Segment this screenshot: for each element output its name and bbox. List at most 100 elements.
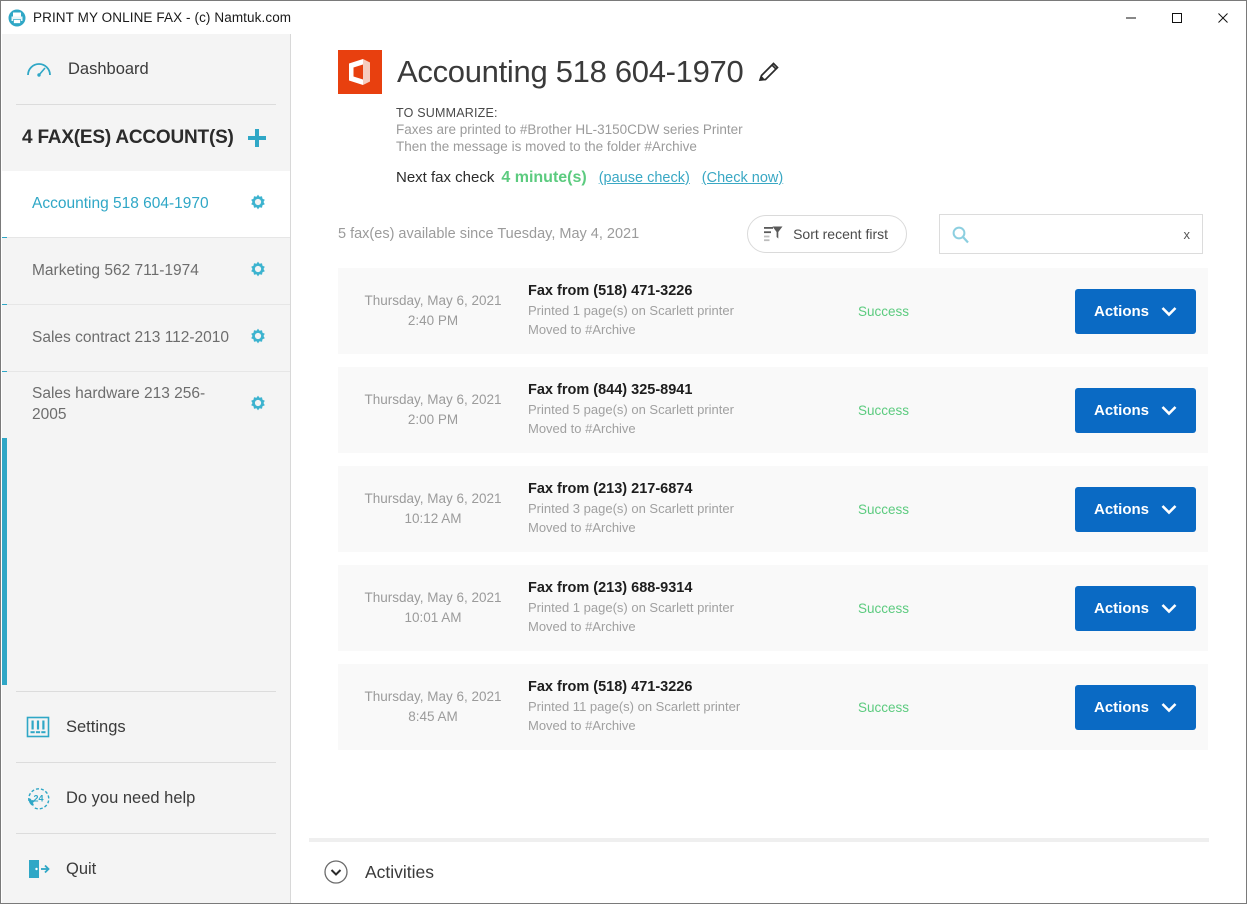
sidebar-item-label: Do you need help — [66, 788, 196, 807]
support-24-icon: 24 — [24, 784, 52, 812]
fax-time: 8:45 AM — [408, 709, 458, 724]
table-row[interactable]: Thursday, May 6, 2021 10:12 AM Fax from … — [338, 466, 1208, 552]
fax-details: Fax from (844) 325-8941 Printed 5 page(s… — [528, 382, 858, 439]
sort-recent-first-button[interactable]: Sort recent first — [747, 215, 907, 253]
plus-icon[interactable] — [244, 125, 270, 151]
actions-button-label: Actions — [1093, 302, 1149, 320]
fax-subline-1: Printed 1 page(s) on Scarlett printer — [528, 302, 734, 318]
actions-button-label: Actions — [1093, 698, 1149, 716]
fax-title: Fax from (518) 471-3226 — [528, 282, 693, 299]
status-badge: Success — [858, 402, 910, 418]
fax-subline-1: Printed 11 page(s) on Scarlett printer — [528, 698, 741, 714]
fax-actions-cell: Actions — [1018, 288, 1208, 334]
activities-section[interactable]: Activities — [323, 848, 434, 896]
fax-date: Thursday, May 6, 2021 — [364, 589, 502, 605]
chevron-down-icon — [1161, 603, 1177, 614]
table-row[interactable]: Thursday, May 6, 2021 8:45 AM Fax from (… — [338, 664, 1208, 750]
chevron-down-icon — [1161, 504, 1177, 515]
status-badge: Success — [858, 699, 910, 715]
search-icon — [951, 225, 970, 244]
table-row[interactable]: Thursday, May 6, 2021 10:01 AM Fax from … — [338, 565, 1208, 651]
fax-datetime: Thursday, May 6, 2021 8:45 AM — [338, 687, 528, 728]
chevron-down-icon — [1161, 702, 1177, 713]
close-button[interactable] — [1200, 1, 1246, 34]
sidebar-account-sales-hardware[interactable]: Sales hardware 213 256-2005 — [2, 372, 290, 438]
gear-icon[interactable] — [246, 393, 270, 417]
table-row[interactable]: Thursday, May 6, 2021 2:00 PM Fax from (… — [338, 367, 1208, 453]
status-badge: Success — [858, 303, 910, 319]
actions-button-label: Actions — [1093, 401, 1149, 419]
gear-icon[interactable] — [246, 326, 270, 350]
sort-button-label: Sort recent first — [793, 226, 888, 242]
fax-title: Fax from (844) 325-8941 — [528, 381, 693, 398]
status-badge: Success — [858, 600, 910, 616]
fax-subline-1: Printed 3 page(s) on Scarlett printer — [528, 500, 734, 516]
status-badge: Success — [858, 501, 910, 517]
sidebar-item-settings[interactable]: Settings — [2, 692, 290, 762]
sidebar-item-help[interactable]: 24 Do you need help — [2, 763, 290, 833]
sidebar-item-quit[interactable]: Quit — [2, 834, 290, 903]
next-check-row: Next fax check 4 minute(s) (pause check)… — [396, 169, 1246, 187]
search-input[interactable] — [978, 226, 1178, 242]
fax-date: Thursday, May 6, 2021 — [364, 391, 502, 407]
actions-button[interactable]: Actions — [1075, 387, 1196, 433]
pause-check-link[interactable]: (pause check) — [599, 170, 690, 186]
next-check-label: Next fax check — [396, 169, 495, 186]
sliders-icon — [24, 713, 52, 741]
search-box[interactable]: x — [939, 214, 1203, 254]
fax-subline-1: Printed 1 page(s) on Scarlett printer — [528, 599, 734, 615]
maximize-button[interactable] — [1154, 1, 1200, 34]
sidebar-bottom-section: Settings 24 Do you need help Quit — [2, 691, 290, 903]
sidebar-account-accounting[interactable]: Accounting 518 604-1970 — [2, 171, 290, 237]
fax-subline-2: Moved to #Archive — [528, 618, 636, 634]
account-name: Sales contract 213 112-2010 — [32, 328, 230, 346]
fax-time: 2:40 PM — [407, 313, 459, 328]
title-row: Accounting 518 604-1970 — [338, 50, 1246, 94]
sidebar-item-dashboard[interactable]: Dashboard — [2, 34, 290, 104]
account-name: Marketing 562 711-1974 — [32, 261, 199, 279]
office-logo-icon — [338, 50, 382, 94]
fax-date: Thursday, May 6, 2021 — [364, 490, 502, 506]
accounts-header: 4 FAX(ES) ACCOUNT(S) — [2, 105, 290, 171]
gear-icon[interactable] — [246, 192, 270, 216]
fax-datetime: Thursday, May 6, 2021 10:01 AM — [338, 588, 528, 629]
summary-block: TO SUMMARIZE: Faxes are printed to #Brot… — [396, 106, 1246, 154]
minimize-button[interactable] — [1108, 1, 1154, 34]
fax-time: 2:00 PM — [407, 412, 459, 427]
actions-button[interactable]: Actions — [1075, 585, 1196, 631]
fax-time: 10:01 AM — [404, 610, 462, 625]
fax-subline-2: Moved to #Archive — [528, 519, 636, 535]
sidebar: Dashboard 4 FAX(ES) ACCOUNT(S) Accountin… — [2, 34, 291, 903]
pencil-icon[interactable] — [756, 59, 782, 85]
fax-subline-1: Printed 5 page(s) on Scarlett printer — [528, 401, 734, 417]
actions-button[interactable]: Actions — [1075, 684, 1196, 730]
fax-actions-cell: Actions — [1018, 684, 1208, 730]
actions-button-label: Actions — [1093, 599, 1149, 617]
next-check-value: 4 minute(s) — [501, 169, 587, 186]
fax-subline-2: Moved to #Archive — [528, 717, 636, 733]
fax-datetime: Thursday, May 6, 2021 2:00 PM — [338, 390, 528, 431]
table-row[interactable]: Thursday, May 6, 2021 2:40 PM Fax from (… — [338, 268, 1208, 354]
fax-list: Thursday, May 6, 2021 2:40 PM Fax from (… — [338, 268, 1246, 750]
gear-icon[interactable] — [246, 259, 270, 283]
fax-datetime: Thursday, May 6, 2021 2:40 PM — [338, 291, 528, 332]
summary-caption: TO SUMMARIZE: — [396, 106, 498, 120]
fax-details: Fax from (213) 688-9314 Printed 1 page(s… — [528, 580, 858, 637]
app-printer-icon — [8, 9, 26, 27]
list-toolbar: 5 fax(es) available since Tuesday, May 4… — [338, 213, 1203, 255]
actions-button[interactable]: Actions — [1075, 486, 1196, 532]
sort-filter-icon — [762, 223, 784, 245]
fax-date: Thursday, May 6, 2021 — [364, 292, 502, 308]
window-title: PRINT MY ONLINE FAX - (c) Namtuk.com — [33, 10, 292, 25]
fax-title: Fax from (213) 688-9314 — [528, 579, 693, 596]
sidebar-account-marketing[interactable]: Marketing 562 711-1974 — [2, 238, 290, 304]
exit-door-icon — [24, 855, 52, 883]
actions-button[interactable]: Actions — [1075, 288, 1196, 334]
chevron-down-circle-icon[interactable] — [323, 859, 349, 885]
search-clear-button[interactable]: x — [1178, 227, 1191, 242]
sidebar-account-sales-contract[interactable]: Sales contract 213 112-2010 — [2, 305, 290, 371]
check-now-link[interactable]: (Check now) — [702, 170, 783, 186]
fax-subline-2: Moved to #Archive — [528, 420, 636, 436]
fax-actions-cell: Actions — [1018, 585, 1208, 631]
fax-title: Fax from (518) 471-3226 — [528, 678, 693, 695]
